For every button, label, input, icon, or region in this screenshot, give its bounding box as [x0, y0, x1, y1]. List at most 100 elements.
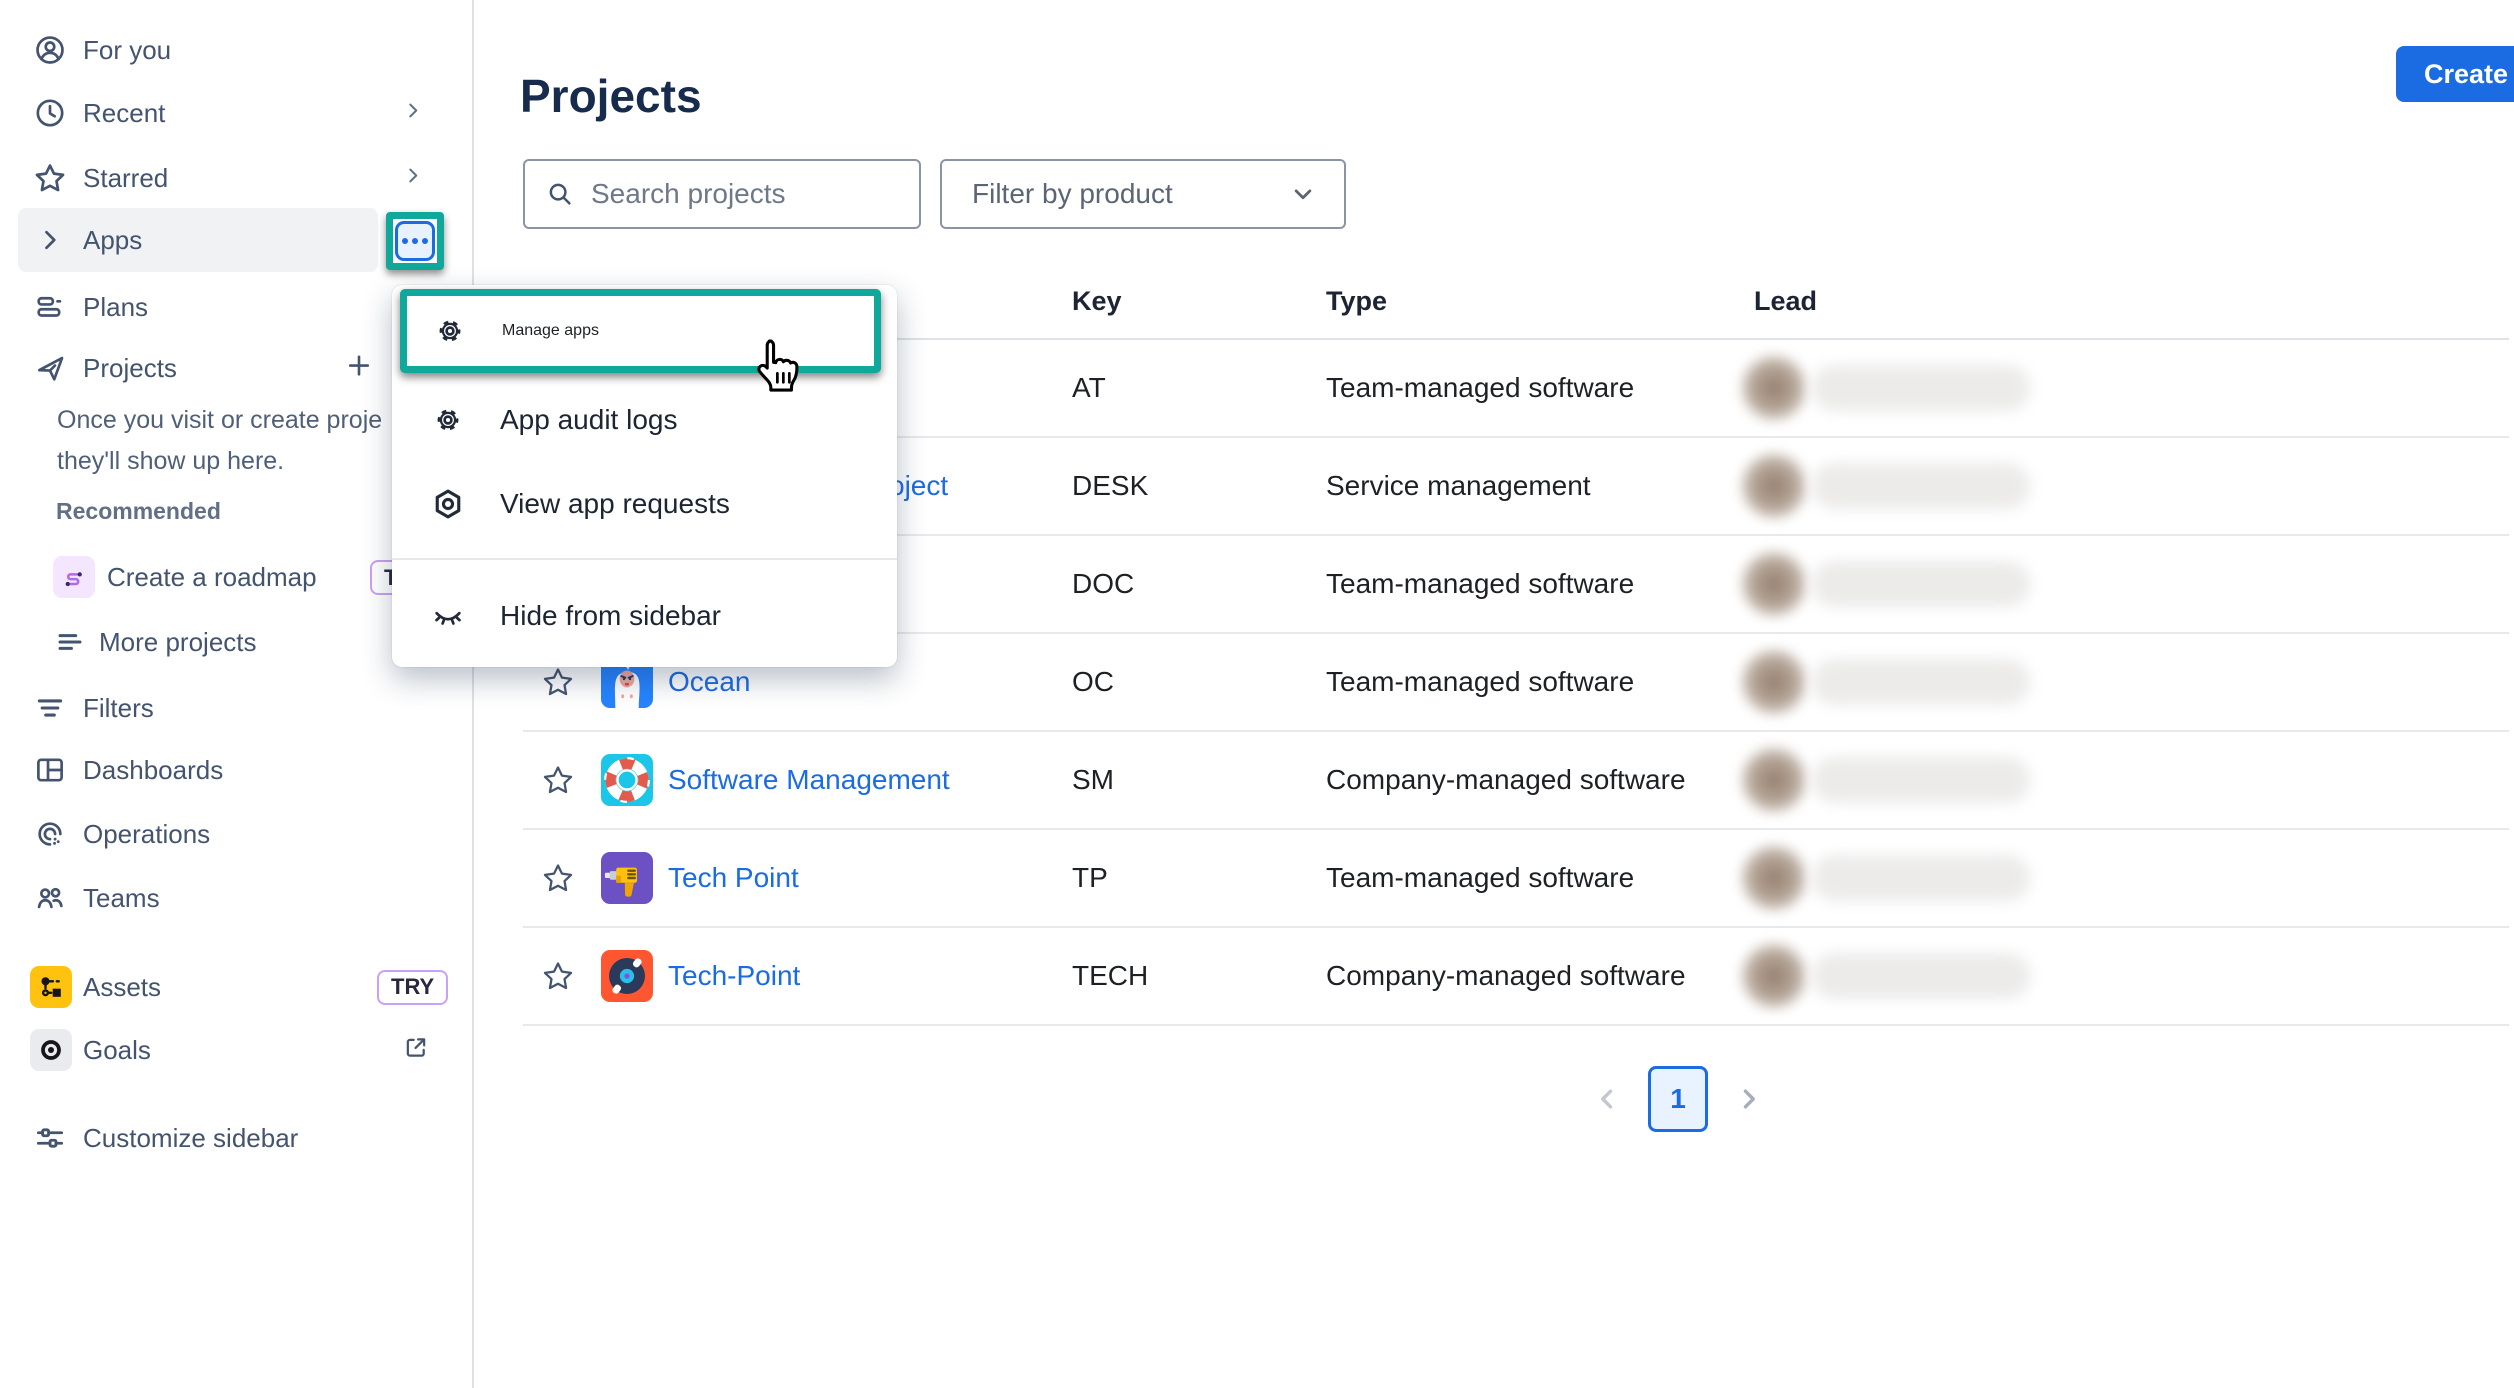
- lead-avatar-blurred: [1738, 352, 1810, 424]
- menu-item-label: View app requests: [500, 488, 730, 520]
- next-page-button[interactable]: [1732, 1082, 1766, 1116]
- menu-item-app-audit-logs[interactable]: App audit logs: [392, 385, 897, 455]
- project-lead: [1738, 940, 2030, 1012]
- filter-by-product-dropdown[interactable]: Filter by product: [940, 159, 1346, 229]
- sidebar-item-filters[interactable]: Filters: [0, 676, 470, 740]
- sidebar-item-customize[interactable]: Customize sidebar: [0, 1106, 470, 1170]
- sidebar-label: Teams: [83, 883, 160, 914]
- sidebar-item-goals[interactable]: Goals: [0, 1018, 470, 1082]
- project-type: Company-managed software: [1326, 764, 1686, 796]
- sidebar-label: For you: [83, 35, 171, 66]
- menu-divider: [392, 558, 897, 560]
- project-key: TECH: [1072, 960, 1148, 992]
- user-circle-icon: [33, 33, 67, 67]
- projects-empty-hint-line2: they'll show up here.: [57, 447, 284, 476]
- project-type: Service management: [1326, 470, 1591, 502]
- table-row: Tech-Point TECH Company-managed software: [523, 928, 2509, 1026]
- menu-item-hide-from-sidebar[interactable]: Hide from sidebar: [392, 581, 897, 651]
- sidebar-label: Filters: [83, 693, 154, 724]
- sidebar-item-for-you[interactable]: For you: [0, 18, 470, 82]
- project-link[interactable]: Tech Point: [668, 862, 799, 894]
- project-link[interactable]: Software Management: [668, 764, 950, 796]
- sidebar-label: More projects: [99, 627, 257, 658]
- annotation-box-apps-more: [386, 212, 444, 270]
- project-avatar-tech-point-2: [601, 950, 653, 1002]
- project-type: Team-managed software: [1326, 568, 1634, 600]
- project-lead: [1738, 842, 2030, 914]
- lead-avatar-blurred: [1738, 450, 1810, 522]
- eye-closed-icon: [431, 599, 465, 633]
- menu-item-label: Manage apps: [502, 322, 599, 340]
- add-project-icon[interactable]: [344, 351, 374, 386]
- ellipsis-icon: [402, 238, 408, 244]
- apps-more-button[interactable]: [395, 221, 435, 261]
- pagination: 1: [1590, 1066, 1766, 1132]
- chevron-right-icon: [400, 98, 426, 129]
- create-button[interactable]: Create: [2396, 46, 2514, 102]
- page-number-button[interactable]: 1: [1648, 1066, 1708, 1132]
- gear-icon: [431, 403, 465, 437]
- filter-dropdown-label: Filter by product: [972, 178, 1173, 210]
- lead-name-blurred: [1812, 365, 2030, 411]
- search-input[interactable]: [589, 177, 883, 211]
- sidebar-item-starred[interactable]: Starred: [0, 146, 470, 210]
- lead-avatar-blurred: [1738, 548, 1810, 620]
- star-toggle[interactable]: [533, 755, 583, 805]
- external-link-icon: [402, 1034, 430, 1067]
- chevron-down-icon: [1288, 179, 1318, 209]
- dashboards-icon: [33, 753, 67, 787]
- project-lead: [1738, 352, 2030, 424]
- menu-item-manage-apps[interactable]: Manage apps: [400, 289, 881, 373]
- hexagon-target-icon: [431, 487, 465, 521]
- sidebar-item-operations[interactable]: Operations: [0, 802, 470, 866]
- project-key: DOC: [1072, 568, 1134, 600]
- sidebar-label: Recent: [83, 98, 165, 129]
- sidebar-label: Starred: [83, 163, 168, 194]
- search-box[interactable]: [523, 159, 921, 229]
- sidebar-item-apps[interactable]: Apps: [18, 208, 378, 272]
- project-key: SM: [1072, 764, 1114, 796]
- sidebar-item-dashboards[interactable]: Dashboards: [0, 738, 470, 802]
- app-window: For you Recent Starred Apps: [0, 0, 2514, 1388]
- operations-icon: [33, 817, 67, 851]
- column-header-lead: Lead: [1754, 286, 1817, 317]
- lead-avatar-blurred: [1738, 940, 1810, 1012]
- sidebar-item-assets[interactable]: Assets TRY: [0, 955, 470, 1019]
- list-icon: [53, 625, 87, 659]
- goals-icon: [30, 1029, 72, 1071]
- sidebar-label: Assets: [83, 972, 161, 1003]
- assets-try-badge: TRY: [377, 970, 448, 1005]
- recommended-heading: Recommended: [56, 498, 221, 525]
- sidebar-label: Operations: [83, 819, 210, 850]
- lead-name-blurred: [1812, 561, 2030, 607]
- previous-page-button[interactable]: [1590, 1082, 1624, 1116]
- gear-icon: [433, 314, 467, 348]
- star-toggle[interactable]: [533, 951, 583, 1001]
- plans-icon: [33, 290, 67, 324]
- project-lead: [1738, 646, 2030, 718]
- menu-item-label: App audit logs: [500, 404, 677, 436]
- column-header-type: Type: [1326, 286, 1387, 317]
- lead-name-blurred: [1812, 463, 2030, 509]
- project-type: Team-managed software: [1326, 372, 1634, 404]
- sidebar-label: Create a roadmap: [107, 562, 317, 593]
- project-link[interactable]: Tech-Point: [668, 960, 800, 992]
- table-row: Tech Point TP Team-managed software: [523, 830, 2509, 928]
- roadmap-icon: [53, 556, 95, 598]
- sidebar-item-recent[interactable]: Recent: [0, 81, 470, 145]
- chevron-right-icon: [400, 163, 426, 194]
- sidebar-label: Apps: [83, 225, 142, 256]
- sidebar-item-teams[interactable]: Teams: [0, 866, 470, 930]
- project-type: Team-managed software: [1326, 862, 1634, 894]
- clock-icon: [33, 96, 67, 130]
- star-icon: [33, 161, 67, 195]
- chevron-right-icon: [33, 223, 67, 257]
- project-link[interactable]: Ocean: [668, 666, 751, 698]
- apps-context-menu: Manage apps App audit logs View app requ…: [392, 285, 897, 667]
- lead-avatar-blurred: [1738, 744, 1810, 816]
- star-toggle[interactable]: [533, 853, 583, 903]
- project-lead: [1738, 744, 2030, 816]
- lead-name-blurred: [1812, 659, 2030, 705]
- menu-item-view-app-requests[interactable]: View app requests: [392, 469, 897, 539]
- project-link[interactable]: oject: [889, 470, 948, 502]
